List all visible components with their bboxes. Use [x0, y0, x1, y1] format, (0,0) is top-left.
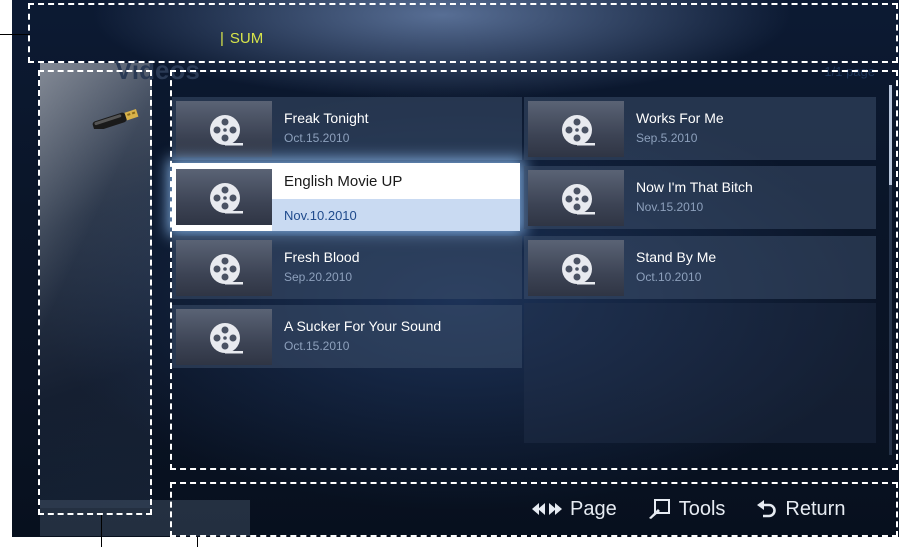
callout-line-buttons	[197, 537, 198, 547]
callout-line-device	[101, 515, 102, 547]
device-area-outline	[38, 70, 152, 515]
content-area-outline	[170, 70, 898, 470]
callout-line-header	[0, 34, 30, 35]
button-area-outline	[170, 482, 898, 537]
header-area-outline	[28, 3, 898, 63]
